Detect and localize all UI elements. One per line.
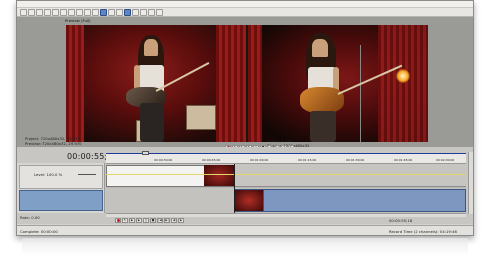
menu-bar: FileEditViewInsertToolsOptionsHelp bbox=[17, 1, 473, 17]
properties-icon[interactable] bbox=[52, 9, 59, 16]
pause-icon[interactable]: ‖ bbox=[143, 218, 149, 223]
preview-video-frame bbox=[66, 25, 428, 142]
ruler-mark: 00:02:00;00 bbox=[436, 158, 455, 162]
status-complete-text: Complete: 00:00:00 bbox=[20, 229, 58, 234]
new-icon[interactable] bbox=[20, 9, 27, 16]
help-icon[interactable] bbox=[156, 9, 163, 16]
video-preview-panel: Preview (Full) Project: 720x480x32, 29.9… bbox=[17, 17, 473, 150]
track-lane[interactable] bbox=[106, 164, 466, 187]
video-event-clip[interactable] bbox=[234, 189, 466, 212]
ruler-mark: 00:00:30;00 bbox=[154, 158, 173, 162]
paste-icon[interactable] bbox=[76, 9, 83, 16]
snap-icon[interactable] bbox=[100, 9, 107, 16]
play-from-start-icon[interactable]: ▶ bbox=[129, 218, 135, 223]
track-headers: Level: 100.0 % bbox=[17, 163, 105, 213]
video-track-header[interactable]: Level: 100.0 % bbox=[19, 165, 103, 189]
open-icon[interactable] bbox=[28, 9, 35, 16]
track-lanes bbox=[106, 164, 466, 213]
lock-envelopes-icon[interactable] bbox=[116, 9, 123, 16]
cut-icon[interactable] bbox=[60, 9, 67, 16]
status-bar: Complete: 00:00:00 Record Time (2 channe… bbox=[17, 225, 473, 235]
go-to-start-icon[interactable]: |◀ bbox=[157, 218, 163, 223]
ruler-mark: 00:01:45;00 bbox=[394, 158, 413, 162]
level-slider[interactable] bbox=[78, 174, 96, 175]
ruler-mark: 00:01:15;00 bbox=[298, 158, 317, 162]
clip-thumbnail bbox=[204, 165, 234, 186]
copy-icon[interactable] bbox=[68, 9, 75, 16]
window-reflection bbox=[22, 238, 468, 256]
play-icon[interactable]: ▶ bbox=[136, 218, 142, 223]
preview-quality-dropdown[interactable]: Preview (Full) bbox=[65, 18, 90, 23]
split-preview-left bbox=[66, 25, 246, 142]
go-to-end-icon[interactable]: ▶| bbox=[164, 218, 170, 223]
ruler-mark: 00:01:00;00 bbox=[250, 158, 269, 162]
timeline-panel: 00:00:55;18 00:00:30;00 00:00:45;00 00:0… bbox=[17, 147, 473, 224]
zoom-edit-icon[interactable] bbox=[148, 9, 155, 16]
preview-settings-text: Preview: 720x480x32, 29.970 bbox=[25, 141, 82, 146]
stop-icon[interactable]: ■ bbox=[150, 218, 156, 223]
main-toolbar bbox=[17, 8, 473, 17]
video-track-2-header[interactable] bbox=[19, 190, 103, 211]
timeline-cursor[interactable] bbox=[234, 164, 235, 213]
render-icon[interactable] bbox=[44, 9, 51, 16]
undo-icon[interactable] bbox=[84, 9, 91, 16]
save-icon[interactable] bbox=[36, 9, 43, 16]
horizontal-scrollbar[interactable] bbox=[106, 213, 466, 217]
record-time-text: Record Time (2 channels): 04:19:46 bbox=[389, 229, 457, 234]
envelope-edit-icon[interactable] bbox=[132, 9, 139, 16]
playback-rate-label: Rate: 0.00 bbox=[20, 215, 40, 220]
playhead-marker[interactable] bbox=[142, 151, 149, 155]
project-info: Project: 720x480x32, 29.970 Preview: 720… bbox=[25, 136, 82, 146]
next-frame-icon[interactable]: ▶ bbox=[178, 218, 184, 223]
redo-icon[interactable] bbox=[92, 9, 99, 16]
preview-toolbar: Preview (Full) bbox=[65, 18, 425, 24]
fade-envelope[interactable] bbox=[106, 174, 466, 175]
ruler-mark: 00:01:30;00 bbox=[346, 158, 365, 162]
clip-thumbnail bbox=[234, 189, 264, 212]
split-preview-right bbox=[248, 25, 428, 142]
timeline-ruler[interactable]: 00:00:30;00 00:00:45;00 00:01:00;00 00:0… bbox=[106, 154, 466, 164]
autoripple-icon[interactable] bbox=[108, 9, 115, 16]
prev-frame-icon[interactable]: ◀ bbox=[171, 218, 177, 223]
cursor-time-display: 00:00:55;18 bbox=[389, 218, 413, 223]
loop-icon[interactable]: ↻ bbox=[122, 218, 128, 223]
timeline-transport: ↻ ▶ ▶ ‖ ■ |◀ ▶| ◀ ▶ bbox=[115, 218, 184, 223]
normal-edit-icon[interactable] bbox=[124, 9, 131, 16]
vegas-window: FileEditViewInsertToolsOptionsHelp Previ… bbox=[16, 0, 474, 236]
record-icon[interactable] bbox=[115, 218, 121, 223]
vertical-scrollbar[interactable] bbox=[468, 152, 473, 214]
ruler-mark: 00:00:45;00 bbox=[202, 158, 221, 162]
track-level-label: Level: 100.0 % bbox=[34, 172, 63, 177]
selection-edit-icon[interactable] bbox=[140, 9, 147, 16]
